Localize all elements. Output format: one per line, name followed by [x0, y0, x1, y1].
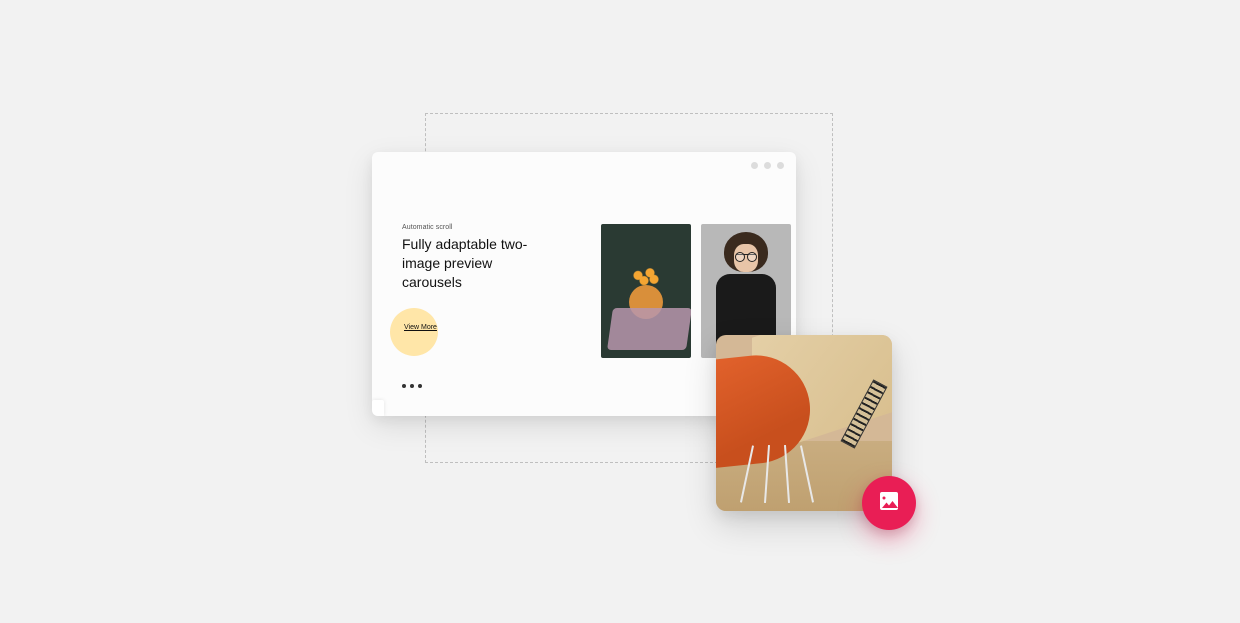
carousel-pagination[interactable] [402, 384, 422, 388]
pagination-dot[interactable] [418, 384, 422, 388]
headline-text: Fully adaptable two-image preview carous… [402, 235, 542, 292]
scroll-handle[interactable] [372, 400, 384, 416]
view-more-link[interactable]: View More [404, 324, 437, 331]
window-control-dot [751, 162, 758, 169]
window-control-dot [777, 162, 784, 169]
image-fab-button[interactable] [862, 476, 916, 530]
pagination-dot-active[interactable] [402, 384, 406, 388]
browser-chrome [372, 152, 796, 178]
floating-image-card[interactable] [716, 335, 892, 511]
pagination-dot[interactable] [410, 384, 414, 388]
accent-circle [390, 308, 438, 356]
image-icon [877, 489, 901, 518]
carousel-image-vase[interactable] [601, 224, 691, 358]
window-control-dot [764, 162, 771, 169]
